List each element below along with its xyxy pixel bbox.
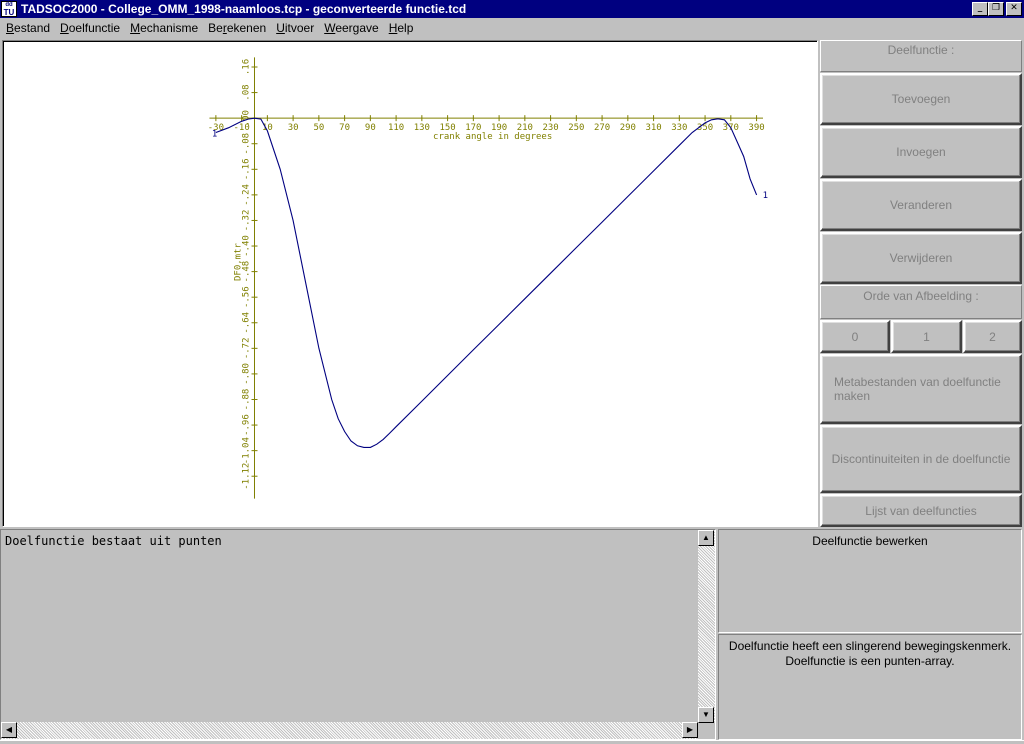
y-tick-label: -.08: [241, 133, 251, 155]
info-panel: Doelfunctie heeft een slingerend bewegin…: [718, 634, 1022, 740]
y-tick-label: -.80: [241, 363, 251, 385]
start-marker-label: 1: [212, 130, 217, 140]
menu-mechanisme[interactable]: Mechanisme: [125, 19, 203, 37]
menu-weergave[interactable]: Weergave: [319, 19, 383, 37]
y-tick-label: -.16: [241, 158, 251, 180]
plot-area: -30 -10 10 30 50 70 90 110 130 150 170 190 210 230 250…: [2, 40, 818, 527]
list-subfunctions-button[interactable]: Lijst van deelfuncties: [820, 494, 1022, 527]
window-title: TADSOC2000 - College_OMM_1998-naamloos.t…: [21, 2, 467, 16]
order-0-button[interactable]: 0: [820, 320, 890, 353]
change-button[interactable]: Veranderen: [820, 179, 1022, 231]
menu-bar: Bestand Doelfunctie Mechanisme Berekenen Uit…: [0, 18, 1024, 38]
x-tick-label: 270: [594, 123, 610, 133]
menu-bestand[interactable]: Bestand: [1, 19, 55, 37]
x-tick-label: 290: [620, 123, 636, 133]
insert-button[interactable]: Invoegen: [820, 126, 1022, 178]
close-icon[interactable]: ✕: [1006, 2, 1022, 16]
end-marker-label: 1: [763, 191, 768, 201]
menu-berekenen[interactable]: Berekenen: [203, 19, 271, 37]
x-tick-label: 390: [748, 123, 764, 133]
app-icon-bottom: TU: [3, 8, 15, 17]
info-line-2: Doelfunctie is een punten-array.: [785, 654, 955, 668]
y-tick-label: -.56: [241, 286, 251, 308]
order-1-button[interactable]: 1: [891, 320, 962, 353]
status-bar: [0, 740, 1024, 744]
y-tick-label: -.24: [241, 184, 251, 206]
y-tick-label: -1.04: [241, 437, 251, 464]
order-label: Orde van Afbeelding :: [820, 285, 1022, 319]
y-tick-label: .08: [241, 84, 251, 100]
x-tick-label: 130: [414, 123, 430, 133]
scroll-up-icon[interactable]: ▲: [698, 530, 714, 546]
function-curve: [215, 117, 758, 448]
y-tick-label: -.96: [241, 414, 251, 436]
horizontal-scrollbar[interactable]: ◀ ▶: [1, 722, 698, 739]
scroll-right-icon[interactable]: ▶: [682, 722, 698, 738]
x-tick-label: 250: [568, 123, 584, 133]
x-tick-label: 90: [365, 123, 376, 133]
y-tick-label: .16: [241, 59, 251, 75]
window-controls: _ ❐ ✕: [972, 2, 1022, 16]
restore-icon[interactable]: ❐: [988, 2, 1004, 16]
menu-uitvoer[interactable]: Uitvoer: [271, 19, 319, 37]
scroll-left-icon[interactable]: ◀: [1, 722, 17, 738]
x-tick-label: 50: [313, 123, 324, 133]
x-tick-label: 350: [697, 123, 713, 133]
minimize-icon[interactable]: _: [972, 2, 988, 16]
log-text: Doelfunctie bestaat uit punten: [5, 534, 222, 548]
menu-help[interactable]: Help: [384, 19, 419, 37]
y-axis-label: DF0,mtr: [233, 242, 243, 281]
vertical-scrollbar[interactable]: ▲ ▼: [698, 530, 715, 723]
y-tick-label: -.32: [241, 210, 251, 232]
x-tick-label: 30: [288, 123, 299, 133]
edit-panel-title: Deelfunctie bewerken: [812, 534, 928, 548]
y-tick-label: -1.12: [241, 463, 251, 490]
function-plot: -30 -10 10 30 50 70 90 110 130 150 170 190 210 230 250…: [208, 57, 768, 499]
y-tick-label: -.88: [241, 389, 251, 411]
discontinuities-button[interactable]: Discontinuiteiten in de doelfunctie: [820, 425, 1022, 493]
app-icon[interactable]: dd TU: [1, 1, 17, 17]
add-button[interactable]: Toevoegen: [820, 73, 1022, 125]
menu-doelfunctie[interactable]: Doelfunctie: [55, 19, 125, 37]
x-axis-label: crank angle in degrees: [433, 132, 552, 142]
title-bar: dd TU TADSOC2000 - College_OMM_1998-naam…: [0, 0, 1024, 18]
x-tick-label: 70: [339, 123, 350, 133]
y-tick-label: -.72: [241, 337, 251, 359]
remove-button[interactable]: Verwijderen: [820, 232, 1022, 284]
scroll-down-icon[interactable]: ▼: [698, 707, 714, 723]
edit-panel: Deelfunctie bewerken: [718, 529, 1022, 633]
x-tick-label: 330: [671, 123, 687, 133]
y-tick-label: -.64: [241, 312, 251, 334]
log-textarea[interactable]: Doelfunctie bestaat uit punten ▲ ▼ ◀ ▶: [0, 529, 716, 740]
y-tick-label: .00: [241, 110, 251, 126]
info-line-1: Doelfunctie heeft een slingerend bewegin…: [728, 639, 1012, 653]
order-2-button[interactable]: 2: [963, 320, 1022, 353]
x-tick-label: 310: [645, 123, 661, 133]
subfunction-header: Deelfunctie :: [820, 40, 1022, 72]
metafiles-button[interactable]: Metabestanden van doelfunctie maken: [820, 354, 1022, 424]
x-tick-label: 110: [388, 123, 404, 133]
